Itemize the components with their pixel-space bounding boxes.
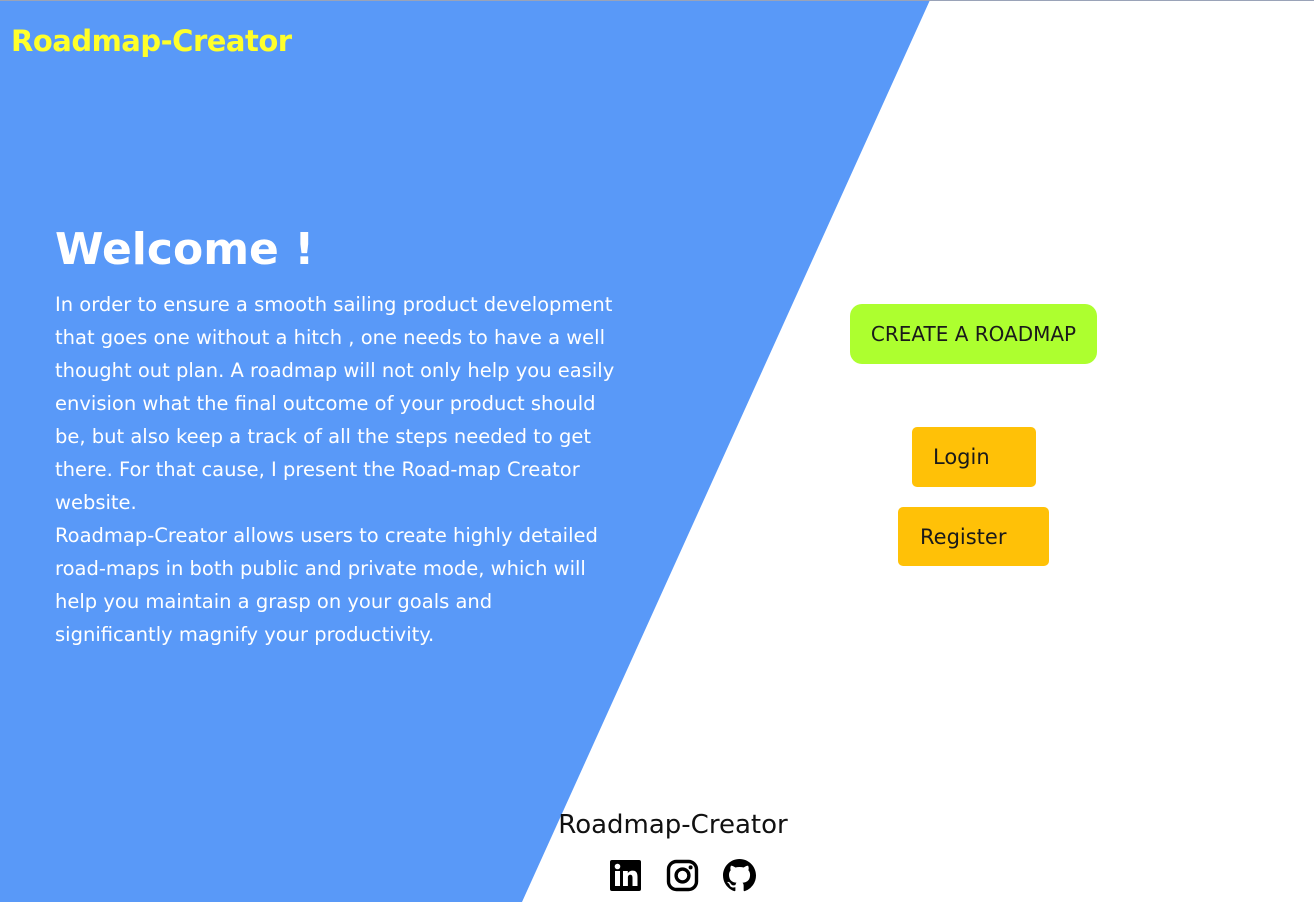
intro-paragraph-1: In order to ensure a smooth sailing prod… [55, 293, 615, 514]
landing-page: Roadmap-Creator Welcome ! In order to en… [0, 0, 1314, 902]
instagram-icon[interactable] [666, 859, 699, 892]
welcome-heading: Welcome ! [55, 224, 315, 275]
intro-text: In order to ensure a smooth sailing prod… [55, 288, 615, 651]
brand-title[interactable]: Roadmap-Creator [11, 24, 292, 58]
login-button[interactable]: Login [912, 427, 1036, 487]
github-icon[interactable] [723, 859, 756, 892]
create-roadmap-button[interactable]: CREATE A ROADMAP [850, 304, 1097, 364]
social-links [609, 859, 756, 892]
intro-paragraph-2: Roadmap-Creator allows users to create h… [55, 524, 598, 646]
linkedin-icon[interactable] [609, 859, 642, 892]
top-border [0, 0, 1314, 1]
register-button[interactable]: Register [898, 507, 1049, 566]
footer-brand: Roadmap-Creator [558, 810, 788, 840]
